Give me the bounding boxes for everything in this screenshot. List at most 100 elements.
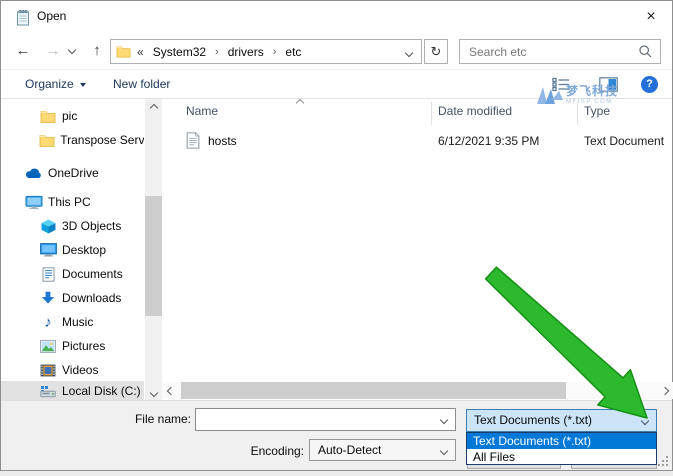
notepad-icon [15, 9, 31, 26]
address-bar[interactable]: « System32 › drivers › etc [110, 39, 422, 64]
sidebar-item-pictures[interactable]: Pictures [1, 334, 144, 358]
folder-icon [116, 45, 131, 58]
back-button[interactable]: ← [12, 39, 34, 63]
document-icon [39, 267, 57, 282]
details-view-icon[interactable] [552, 77, 571, 92]
forward-button[interactable]: → [42, 39, 64, 63]
sidebar-item-label: Desktop [62, 243, 106, 257]
hard-drive-icon [39, 385, 57, 398]
scroll-left-icon[interactable] [162, 382, 179, 399]
folder-icon [39, 110, 57, 123]
sidebar-item-videos[interactable]: Videos [1, 358, 144, 382]
sidebar-item-label: Local Disk (C:) [62, 384, 141, 398]
column-header-type[interactable]: Type [584, 104, 610, 118]
organize-dropdown-icon [80, 83, 86, 87]
sidebar-item-label: OneDrive [48, 166, 99, 180]
sidebar-item-3d-objects[interactable]: 3D Objects [1, 214, 144, 238]
file-name-input[interactable] [196, 409, 426, 430]
sidebar-item-label: Videos [62, 363, 98, 377]
column-header-date-modified[interactable]: Date modified [438, 104, 512, 118]
sidebar-item-label: Music [62, 315, 93, 329]
sidebar-item-label: 3D Objects [62, 219, 121, 233]
file-name: hosts [208, 134, 237, 148]
breadcrumb-segment-etc[interactable]: etc [282, 45, 304, 59]
sidebar-item-transpose-service[interactable]: Transpose Servic [1, 128, 144, 152]
command-bar: Organize New folder [1, 69, 672, 99]
breadcrumb-collapsed-indicator[interactable]: « [137, 45, 144, 59]
dialog-footer: File name: Text Documents (*.txt) Text D… [1, 400, 672, 470]
sidebar-item-desktop[interactable]: Desktop [1, 238, 144, 262]
column-divider[interactable] [431, 102, 432, 125]
breadcrumb-segment-drivers[interactable]: drivers [225, 45, 267, 59]
folder-icon [39, 134, 55, 147]
chevron-down-icon[interactable] [440, 416, 448, 424]
sort-ascending-icon [296, 99, 304, 107]
search-input[interactable] [460, 40, 636, 63]
scroll-right-icon[interactable] [656, 382, 673, 399]
organize-button[interactable]: Organize [25, 70, 86, 99]
computer-icon [25, 195, 43, 210]
up-button[interactable]: ↑ [86, 39, 108, 63]
encoding-combobox[interactable]: Auto-Detect [309, 439, 456, 461]
dropdown-option-text-documents[interactable]: Text Documents (*.txt) [467, 433, 656, 449]
encoding-label: Encoding: [224, 444, 304, 458]
organize-label: Organize [25, 77, 74, 91]
file-type-dropdown-list: Text Documents (*.txt) All Files [466, 432, 657, 465]
file-name-combobox[interactable] [195, 408, 456, 431]
sidebar-item-pic[interactable]: pic [1, 104, 144, 128]
breadcrumb-separator-icon: › [215, 46, 219, 58]
file-type: Text Document [584, 134, 664, 148]
encoding-selected-value: Auto-Detect [318, 443, 381, 457]
search-icon[interactable] [638, 44, 653, 59]
file-row-hosts[interactable]: hosts 6/12/2021 9:35 PM Text Document [171, 130, 671, 152]
file-list-horizontal-scrollbar[interactable] [162, 382, 673, 399]
sidebar-item-downloads[interactable]: Downloads [1, 286, 144, 310]
file-type-combobox[interactable]: Text Documents (*.txt) [466, 409, 657, 432]
breadcrumb-separator-icon: › [273, 46, 277, 58]
sidebar-item-music[interactable]: ♪ Music [1, 310, 144, 334]
picture-icon [39, 340, 57, 353]
column-header-name[interactable]: Name [186, 104, 218, 118]
breadcrumb-segment-system32[interactable]: System32 [150, 45, 209, 59]
film-icon [39, 364, 57, 377]
sidebar-item-label: Transpose Servic [60, 133, 144, 147]
download-arrow-icon [39, 291, 57, 305]
chevron-down-icon[interactable] [641, 417, 649, 425]
sidebar-item-label: Pictures [62, 339, 105, 353]
title-bar: Open × [1, 1, 672, 33]
column-divider[interactable] [577, 102, 578, 125]
preview-pane-icon[interactable] [599, 77, 618, 92]
file-type-selected-value: Text Documents (*.txt) [474, 413, 592, 427]
sidebar-item-onedrive[interactable]: OneDrive [1, 161, 144, 185]
dropdown-option-all-files[interactable]: All Files [467, 449, 656, 465]
file-date-modified: 6/12/2021 9:35 PM [438, 134, 539, 148]
sidebar-item-this-pc[interactable]: This PC [1, 190, 144, 214]
address-dropdown-icon[interactable] [405, 49, 413, 57]
desktop-icon [39, 243, 57, 257]
text-file-icon [186, 132, 200, 149]
scroll-down-icon[interactable] [145, 384, 162, 401]
horizontal-scrollbar-thumb[interactable] [181, 382, 566, 399]
onedrive-cloud-icon [25, 167, 43, 179]
sidebar-item-label: Documents [62, 267, 123, 281]
sidebar-item-label: This PC [48, 195, 91, 209]
cube-icon [39, 219, 57, 234]
sidebar-item-documents[interactable]: Documents [1, 262, 144, 286]
window-title: Open [37, 1, 66, 32]
resize-grip[interactable] [656, 454, 670, 468]
sidebar-item-local-disk-c[interactable]: Local Disk (C:) [1, 381, 144, 401]
sidebar-scrollbar[interactable] [145, 99, 162, 401]
sidebar-item-label: pic [62, 109, 77, 123]
chevron-down-icon[interactable] [440, 447, 448, 455]
close-button[interactable]: × [636, 3, 666, 31]
file-name-label: File name: [111, 412, 191, 426]
refresh-button[interactable]: ↻ [424, 39, 448, 64]
sidebar-item-label: Downloads [62, 291, 121, 305]
help-button[interactable]: ? [641, 76, 658, 93]
new-folder-button[interactable]: New folder [113, 70, 170, 99]
history-dropdown-icon[interactable] [68, 46, 76, 54]
sidebar-scrollbar-thumb[interactable] [145, 196, 162, 316]
music-note-icon: ♪ [39, 314, 57, 331]
search-box [459, 39, 661, 64]
scroll-up-icon[interactable] [145, 99, 162, 116]
